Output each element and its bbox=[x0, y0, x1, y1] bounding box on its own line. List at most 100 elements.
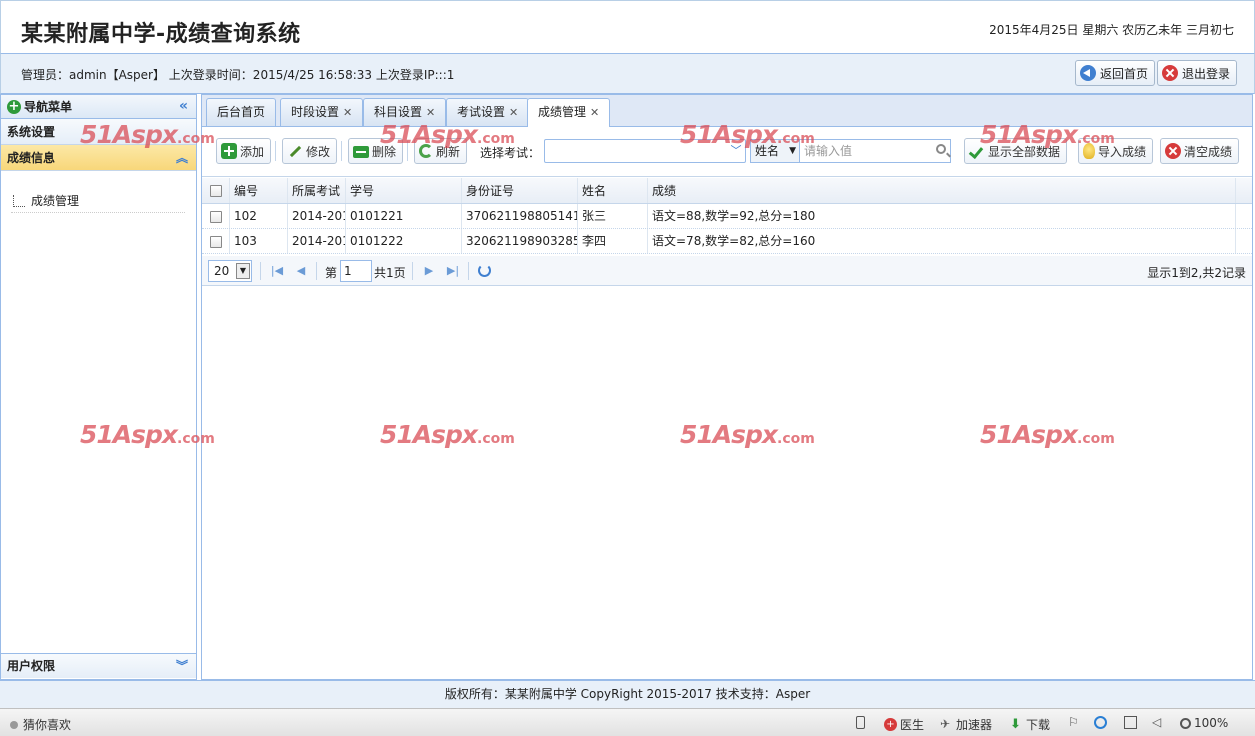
tab-exam-settings[interactable]: 考试设置 ✕ bbox=[446, 98, 530, 126]
grid-header: 编号 所属考试 学号 身份证号 姓名 成绩 bbox=[202, 178, 1252, 204]
browser-status-bar: 猜你喜欢 + 医生 ✈ 加速器 ⬇ 下载 ⚐ ◁ 100% bbox=[0, 708, 1255, 736]
edit-button[interactable]: 修改 bbox=[282, 138, 338, 164]
pencil-icon bbox=[287, 143, 303, 159]
exam-select[interactable]: ﹀ bbox=[544, 139, 746, 163]
chevron-up-icon[interactable]: ︽ bbox=[176, 145, 188, 171]
last-page-icon[interactable]: ▶| bbox=[444, 262, 462, 280]
table-cell: 2014-201 bbox=[288, 204, 346, 228]
nav-section-permissions-wrap: 用户权限 ︾ bbox=[1, 653, 196, 679]
logout-button-label: 退出登录 bbox=[1182, 66, 1231, 81]
zoom-control[interactable]: 100% bbox=[1180, 716, 1228, 730]
toolbar-divider bbox=[275, 141, 276, 161]
select-all-checkbox[interactable] bbox=[210, 185, 222, 197]
caret-down-icon: ▼ bbox=[789, 146, 796, 156]
row-select-cell bbox=[202, 204, 230, 228]
toolbar: 添加 修改 删除 刷新 选择考试： ﹀ 姓名 ▼ 请输入值 显示全部数据 导入成… bbox=[202, 127, 1252, 177]
column-header[interactable]: 姓名 bbox=[578, 178, 648, 203]
add-button-label: 添加 bbox=[240, 144, 265, 159]
page-number-input[interactable]: 1 bbox=[340, 260, 372, 282]
pager-divider bbox=[260, 262, 261, 280]
column-header[interactable]: 所属考试 bbox=[288, 178, 346, 203]
tab-label: 后台首页 bbox=[217, 105, 266, 119]
close-circle-icon bbox=[1162, 65, 1178, 81]
doctor-button[interactable]: + 医生 bbox=[884, 716, 924, 733]
clear-scores-button[interactable]: 清空成绩 bbox=[1160, 138, 1240, 164]
nav-item-score-management[interactable]: 成绩管理 bbox=[11, 189, 185, 213]
nav-panel: + 导航菜单 « 系统设置 成绩信息 ︽ 成绩管理 用户权限 ︾ bbox=[0, 94, 197, 680]
collapse-left-icon[interactable]: « bbox=[179, 98, 188, 114]
show-all-button[interactable]: 显示全部数据 bbox=[964, 138, 1068, 164]
speaker-icon[interactable]: ◁ bbox=[1152, 716, 1165, 729]
add-button[interactable]: 添加 bbox=[216, 138, 272, 164]
table-cell: 语文=78,数学=82,总分=160 bbox=[648, 229, 1236, 253]
search-input[interactable]: 请输入值 bbox=[799, 139, 951, 163]
column-header[interactable]: 学号 bbox=[346, 178, 462, 203]
tab-bar: 后台首页 时段设置 ✕ 科目设置 ✕ 考试设置 ✕ 成绩管理 ✕ bbox=[202, 95, 1252, 127]
row-checkbox[interactable] bbox=[210, 211, 222, 223]
close-icon[interactable]: ✕ bbox=[343, 106, 352, 119]
tab-home[interactable]: 后台首页 bbox=[206, 98, 277, 126]
nav-section-scores[interactable]: 成绩信息 ︽ bbox=[1, 145, 196, 171]
nav-title: 导航菜单 bbox=[24, 100, 73, 114]
accelerator-button[interactable]: ✈ 加速器 bbox=[940, 716, 992, 733]
column-header[interactable]: 身份证号 bbox=[462, 178, 578, 203]
refresh-icon bbox=[419, 144, 433, 158]
next-page-icon[interactable]: ▶ bbox=[420, 262, 438, 280]
ie-icon[interactable] bbox=[1094, 716, 1107, 729]
nav-section-label: 系统设置 bbox=[7, 125, 56, 139]
table-row[interactable]: 102 2014-201 0101221 370621198805141 张三 … bbox=[202, 204, 1252, 229]
close-circle-icon bbox=[1165, 143, 1181, 159]
recommend-link[interactable]: 猜你喜欢 bbox=[10, 716, 71, 733]
first-page-icon[interactable]: |◀ bbox=[268, 262, 286, 280]
tab-subject-settings[interactable]: 科目设置 ✕ bbox=[363, 98, 447, 126]
flag-icon[interactable]: ⚐ bbox=[1068, 716, 1081, 729]
table-cell: 0101221 bbox=[346, 204, 462, 228]
minus-icon bbox=[353, 146, 369, 158]
page-size-select[interactable]: 20 ▼ bbox=[208, 260, 252, 282]
delete-button[interactable]: 删除 bbox=[348, 138, 404, 164]
nav-section-permissions[interactable]: 用户权限 ︾ bbox=[1, 654, 196, 678]
home-button[interactable]: 返回首页 bbox=[1075, 60, 1156, 86]
pager-divider bbox=[468, 262, 469, 280]
app-header: 某某附属中学-成绩查询系统 2015年4月25日 星期六 农历乙未年 三月初七 bbox=[0, 0, 1255, 54]
select-all-cell bbox=[202, 178, 230, 203]
close-icon[interactable]: ✕ bbox=[590, 106, 599, 119]
download-button[interactable]: ⬇ 下载 bbox=[1010, 716, 1050, 733]
pager-divider bbox=[316, 262, 317, 280]
page-title: 某某附属中学-成绩查询系统 bbox=[21, 22, 301, 47]
lightbulb-icon bbox=[1083, 143, 1095, 159]
window-icon[interactable] bbox=[1124, 716, 1137, 729]
prev-page-icon[interactable]: ◀ bbox=[292, 262, 310, 280]
phone-icon[interactable] bbox=[856, 716, 865, 729]
clear-button-label: 清空成绩 bbox=[1184, 144, 1233, 159]
refresh-button-label: 刷新 bbox=[436, 144, 461, 159]
chevron-down-icon[interactable]: ﹀ bbox=[727, 140, 745, 162]
table-row[interactable]: 103 2014-201 0101222 3206211989032854 李四… bbox=[202, 229, 1252, 254]
plus-icon: + bbox=[7, 98, 21, 114]
refresh-icon[interactable] bbox=[478, 264, 491, 277]
search-field-select[interactable]: 姓名 ▼ bbox=[750, 139, 800, 163]
search-icon[interactable] bbox=[936, 144, 946, 154]
dot-icon bbox=[10, 720, 18, 729]
column-header[interactable]: 成绩 bbox=[648, 178, 1236, 203]
checkmark-icon bbox=[969, 143, 985, 159]
tab-score-management[interactable]: 成绩管理 ✕ bbox=[527, 98, 611, 127]
import-scores-button[interactable]: 导入成绩 bbox=[1078, 138, 1154, 164]
page-size-value: 20 bbox=[214, 264, 230, 278]
chevron-down-icon[interactable]: ︾ bbox=[176, 654, 188, 678]
row-checkbox[interactable] bbox=[210, 236, 222, 248]
caret-down-icon[interactable]: ▼ bbox=[236, 263, 250, 279]
show-all-button-label: 显示全部数据 bbox=[988, 144, 1061, 159]
logout-button[interactable]: 退出登录 bbox=[1157, 60, 1238, 86]
tab-time-settings[interactable]: 时段设置 ✕ bbox=[280, 98, 364, 126]
close-icon[interactable]: ✕ bbox=[509, 106, 518, 119]
tab-label: 科目设置 bbox=[374, 105, 423, 119]
home-button-label: 返回首页 bbox=[1100, 66, 1149, 81]
tree-node-icon bbox=[13, 194, 25, 207]
nav-section-system[interactable]: 系统设置 bbox=[1, 119, 196, 145]
tab-label: 考试设置 bbox=[457, 105, 506, 119]
close-icon[interactable]: ✕ bbox=[426, 106, 435, 119]
table-cell: 2014-201 bbox=[288, 229, 346, 253]
refresh-button[interactable]: 刷新 bbox=[414, 138, 468, 164]
column-header[interactable]: 编号 bbox=[230, 178, 288, 203]
